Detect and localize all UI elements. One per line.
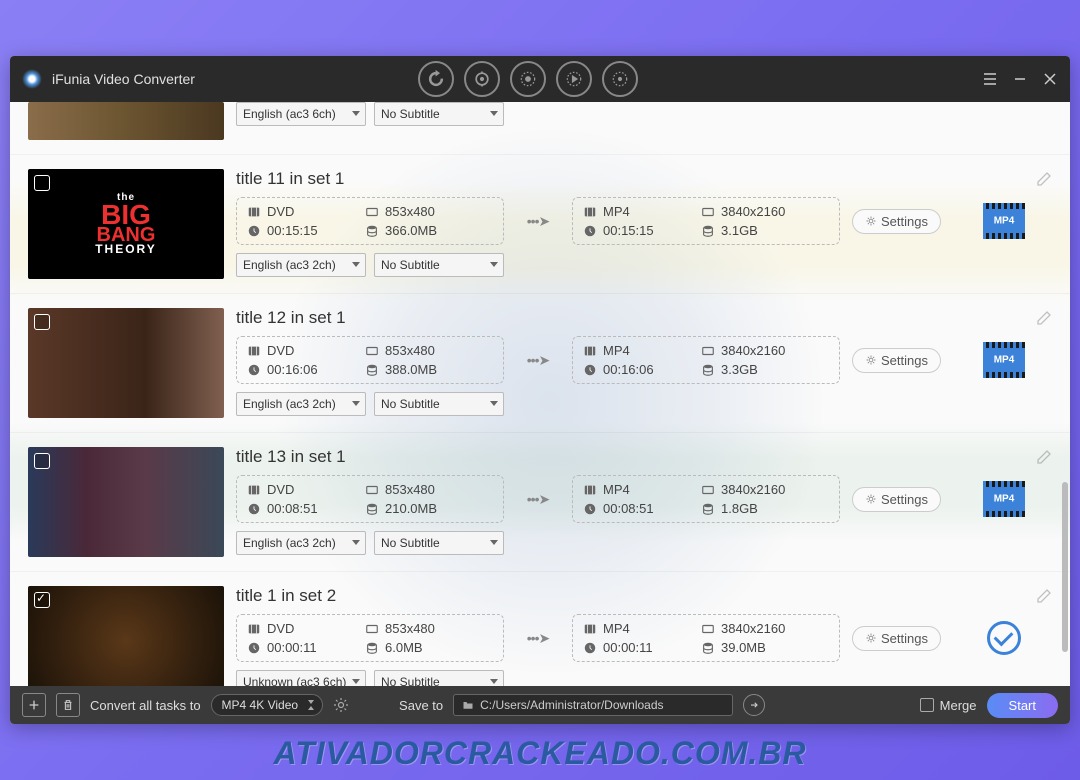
edit-title-icon[interactable] bbox=[1036, 449, 1052, 465]
settings-button[interactable]: Settings bbox=[852, 209, 941, 234]
app-window: iFunia Video Converter English (ac3 6ch)… bbox=[10, 56, 1070, 724]
delete-button[interactable] bbox=[56, 693, 80, 717]
subtitle-select[interactable]: No Subtitle bbox=[374, 102, 504, 126]
app-icon bbox=[22, 69, 42, 89]
save-path-input[interactable]: C:/Users/Administrator/Downloads bbox=[453, 694, 733, 716]
arrow-icon: •••➤ bbox=[516, 352, 560, 369]
list-item: title 12 in set 1 DVD853x48000:16:06388.0… bbox=[10, 294, 1070, 433]
arrow-icon: •••➤ bbox=[516, 630, 560, 647]
toolbar-center bbox=[85, 61, 972, 97]
add-file-button[interactable] bbox=[22, 693, 46, 717]
audio-track-select[interactable]: English (ac3 2ch) bbox=[236, 253, 366, 277]
thumbnail[interactable] bbox=[28, 447, 224, 557]
close-icon[interactable] bbox=[1042, 71, 1058, 87]
thumbnail[interactable] bbox=[28, 102, 224, 140]
convert-mode-icon[interactable] bbox=[418, 61, 454, 97]
item-title: title 11 in set 1 bbox=[236, 169, 344, 189]
open-folder-button[interactable] bbox=[743, 694, 765, 716]
thumbnail[interactable] bbox=[28, 308, 224, 418]
source-info: DVD853x48000:08:51210.0MB bbox=[236, 475, 504, 523]
edit-title-icon[interactable] bbox=[1036, 588, 1052, 604]
audio-track-select[interactable]: Unknown (ac3 6ch) bbox=[236, 670, 366, 686]
merge-toggle[interactable]: Merge bbox=[920, 698, 977, 713]
list-item: title 13 in set 1 DVD853x48000:08:51210.0… bbox=[10, 433, 1070, 572]
item-checkbox[interactable] bbox=[34, 314, 50, 330]
burn-mode-icon[interactable] bbox=[602, 61, 638, 97]
item-checkbox[interactable] bbox=[34, 453, 50, 469]
output-info: MP43840x216000:00:1139.0MB bbox=[572, 614, 840, 662]
edit-mode-icon[interactable] bbox=[556, 61, 592, 97]
record-mode-icon[interactable] bbox=[510, 61, 546, 97]
footer: Convert all tasks to MP4 4K Video Save t… bbox=[10, 686, 1070, 724]
audio-track-select[interactable]: English (ac3 6ch) bbox=[236, 102, 366, 126]
settings-button[interactable]: Settings bbox=[852, 348, 941, 373]
audio-track-select[interactable]: English (ac3 2ch) bbox=[236, 392, 366, 416]
arrow-icon: •••➤ bbox=[516, 213, 560, 230]
format-settings-icon[interactable] bbox=[333, 697, 349, 713]
output-format-select[interactable]: MP4 4K Video bbox=[211, 694, 324, 716]
save-to-label: Save to bbox=[399, 698, 443, 713]
thumbnail[interactable] bbox=[28, 586, 224, 686]
output-format-icon[interactable]: MP4 bbox=[983, 478, 1025, 520]
arrow-icon: •••➤ bbox=[516, 491, 560, 508]
output-info: MP43840x216000:08:511.8GB bbox=[572, 475, 840, 523]
titlebar: iFunia Video Converter bbox=[10, 56, 1070, 102]
source-info: DVD853x48000:15:15366.0MB bbox=[236, 197, 504, 245]
output-format-icon[interactable]: MP4 bbox=[983, 339, 1025, 381]
edit-title-icon[interactable] bbox=[1036, 171, 1052, 187]
audio-track-select[interactable]: English (ac3 2ch) bbox=[236, 531, 366, 555]
item-title: title 1 in set 2 bbox=[236, 586, 336, 606]
output-format-icon[interactable]: MP4 bbox=[983, 200, 1025, 242]
scrollbar[interactable] bbox=[1062, 482, 1068, 652]
thumbnail[interactable]: theBIGBANGTHEORY bbox=[28, 169, 224, 279]
item-title: title 12 in set 1 bbox=[236, 308, 346, 328]
done-icon bbox=[983, 617, 1025, 659]
settings-button[interactable]: Settings bbox=[852, 487, 941, 512]
list-item: title 1 in set 2 DVD853x48000:00:116.0MB •… bbox=[10, 572, 1070, 686]
source-info: DVD853x48000:16:06388.0MB bbox=[236, 336, 504, 384]
item-checkbox[interactable] bbox=[34, 592, 50, 608]
subtitle-select[interactable]: No Subtitle bbox=[374, 392, 504, 416]
merge-checkbox[interactable] bbox=[920, 698, 934, 712]
convert-label: Convert all tasks to bbox=[90, 698, 201, 713]
watermark-text: ATIVADORCRACKEADO.COM.BR bbox=[273, 735, 806, 772]
menu-icon[interactable] bbox=[982, 71, 998, 87]
settings-button[interactable]: Settings bbox=[852, 626, 941, 651]
item-list[interactable]: English (ac3 6ch)No SubtitletheBIGBANGTH… bbox=[10, 102, 1070, 686]
edit-title-icon[interactable] bbox=[1036, 310, 1052, 326]
output-info: MP43840x216000:15:153.1GB bbox=[572, 197, 840, 245]
download-mode-icon[interactable] bbox=[464, 61, 500, 97]
output-info: MP43840x216000:16:063.3GB bbox=[572, 336, 840, 384]
minimize-icon[interactable] bbox=[1012, 71, 1028, 87]
start-button[interactable]: Start bbox=[987, 693, 1058, 718]
subtitle-select[interactable]: No Subtitle bbox=[374, 531, 504, 555]
item-title: title 13 in set 1 bbox=[236, 447, 346, 467]
window-controls bbox=[982, 71, 1058, 87]
subtitle-select[interactable]: No Subtitle bbox=[374, 670, 504, 686]
list-item: theBIGBANGTHEORY title 11 in set 1 DVD853x… bbox=[10, 155, 1070, 294]
source-info: DVD853x48000:00:116.0MB bbox=[236, 614, 504, 662]
subtitle-select[interactable]: No Subtitle bbox=[374, 253, 504, 277]
list-item: English (ac3 6ch) No Subtitle bbox=[10, 102, 1070, 155]
